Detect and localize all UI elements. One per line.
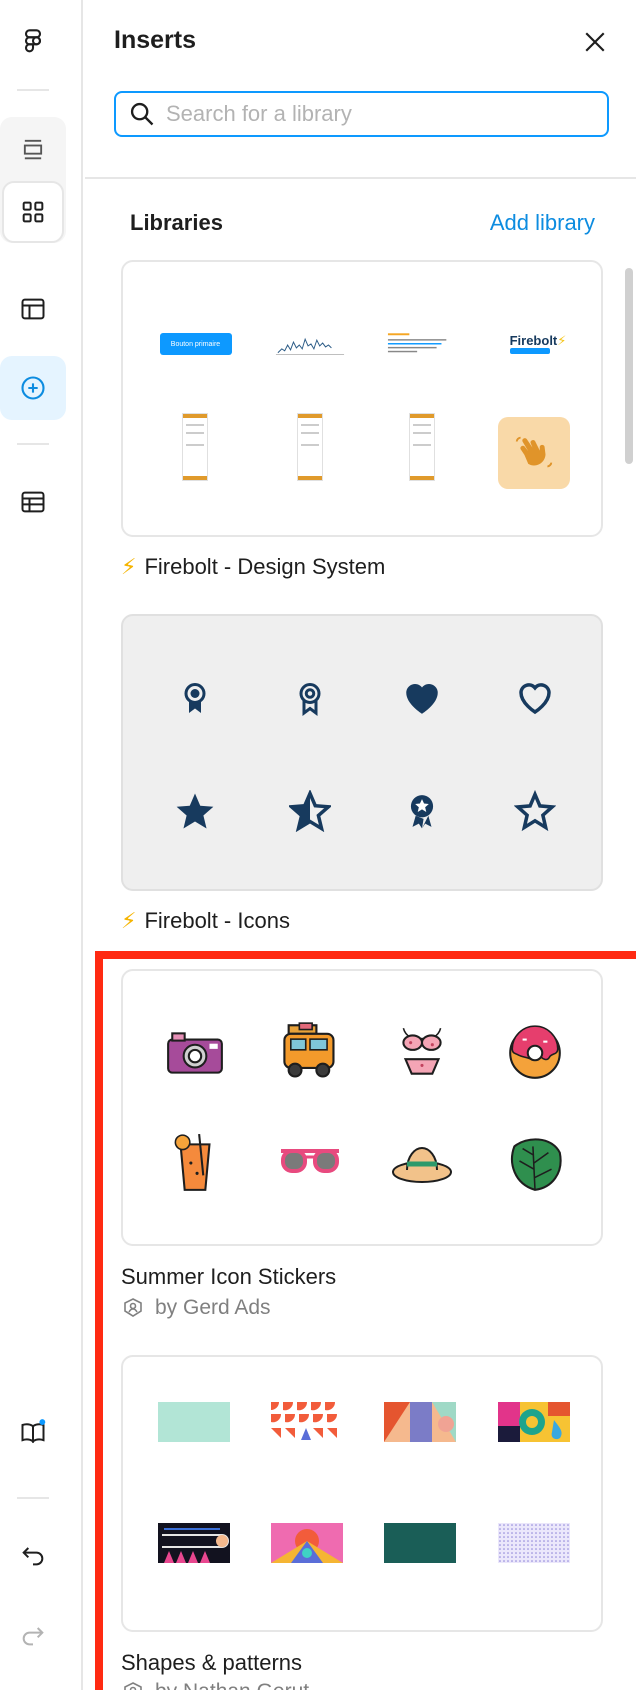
lightning-icon: ⚡ [121, 908, 137, 933]
docs-book-icon[interactable] [0, 1400, 66, 1464]
layout-icon[interactable] [0, 277, 66, 341]
star-half-icon [273, 774, 347, 848]
insert-icon[interactable] [0, 356, 66, 420]
bikini-sticker-icon [385, 1016, 459, 1090]
star-outline-icon [498, 774, 572, 848]
van-sticker-icon [273, 1016, 347, 1090]
cocktail-sticker-icon [158, 1126, 232, 1200]
rail-divider [17, 89, 49, 91]
scrollbar[interactable] [625, 268, 633, 464]
sunglasses-sticker-icon [273, 1126, 347, 1200]
library-name[interactable]: Shapes & patterns [121, 1650, 302, 1676]
library-author: by Nathan Gerut [121, 1680, 309, 1690]
thumb-text-block [385, 307, 459, 381]
library-card-shapes-patterns[interactable] [121, 1355, 603, 1632]
thumb-pattern-dark [158, 1523, 230, 1563]
star-filled-icon [158, 774, 232, 848]
thumb-pattern-sunset [271, 1523, 343, 1563]
library-name[interactable]: ⚡ Firebolt - Icons [121, 908, 290, 934]
redo-icon[interactable] [0, 1603, 66, 1667]
left-toolbar [0, 0, 83, 1690]
rail-divider [17, 1497, 49, 1499]
inserts-panel: Inserts Libraries Add library Bouton pri… [85, 0, 636, 1690]
library-card-summer-icon-stickers[interactable] [121, 969, 603, 1246]
donut-sticker-icon [498, 1016, 572, 1090]
table-icon[interactable] [0, 470, 66, 534]
award-outline-icon [273, 661, 347, 735]
library-card-firebolt-design-system[interactable]: Bouton primaire Firebolt⚡ [121, 260, 603, 537]
library-search[interactable] [114, 91, 609, 137]
rail-divider [17, 443, 49, 445]
close-button[interactable] [575, 22, 615, 62]
award-star-icon [385, 774, 459, 848]
sunhat-sticker-icon [385, 1126, 459, 1200]
library-name[interactable]: Summer Icon Stickers [121, 1264, 336, 1290]
thumb-pattern-bold [498, 1402, 570, 1442]
thumb-chart [273, 307, 347, 381]
assets-icon[interactable] [2, 181, 64, 243]
search-icon [130, 102, 154, 126]
section-title: Libraries [130, 210, 223, 235]
thumb-pattern-mint [158, 1402, 230, 1442]
thumb-mobile-screen [158, 410, 232, 484]
leaf-sticker-icon [498, 1126, 572, 1200]
community-icon [124, 1682, 142, 1690]
thumb-pattern-dots [498, 1523, 570, 1563]
thumb-mobile-screen [273, 410, 347, 484]
thumb-primary-button: Bouton primaire [158, 307, 233, 381]
thumb-pattern-geometric [384, 1402, 456, 1442]
header-divider [85, 177, 636, 179]
thumb-firebolt-logo: Firebolt⚡ [498, 307, 578, 381]
community-icon [124, 1298, 142, 1317]
lightning-icon: ⚡ [121, 554, 137, 579]
heart-outline-icon [498, 661, 572, 735]
pages-icon[interactable] [0, 117, 66, 181]
figma-logo-icon[interactable] [0, 10, 66, 74]
thumb-pattern-grid [271, 1402, 343, 1442]
search-input[interactable] [166, 101, 586, 127]
thumb-mobile-screen [385, 410, 459, 484]
camera-sticker-icon [158, 1016, 232, 1090]
waving-hand-icon [498, 417, 570, 489]
undo-icon[interactable] [0, 1523, 66, 1587]
add-library-link[interactable]: Add library [490, 210, 595, 236]
library-name[interactable]: ⚡ Firebolt - Design System [121, 554, 385, 580]
library-card-firebolt-icons[interactable] [121, 614, 603, 891]
heart-filled-icon [385, 661, 459, 735]
panel-title: Inserts [114, 26, 196, 54]
thumb-pattern-teal [384, 1523, 456, 1563]
close-icon [585, 32, 605, 52]
award-icon [158, 661, 232, 735]
library-author: by Gerd Ads [121, 1296, 271, 1320]
